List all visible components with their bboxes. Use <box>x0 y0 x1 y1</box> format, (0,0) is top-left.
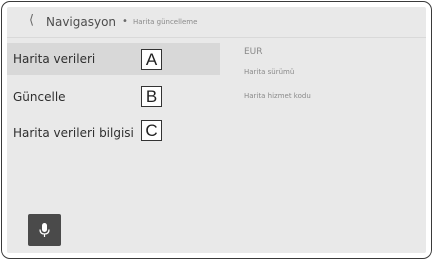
display-bezel: ⟨ Navigasyon • Harita güncelleme Harita … <box>1 1 432 259</box>
menu-item-map-data[interactable]: Harita verileri <box>7 43 220 75</box>
chevron-left-icon[interactable]: ⟨ <box>29 13 34 28</box>
voice-command-button[interactable] <box>28 214 61 246</box>
callout-c: C <box>141 120 162 141</box>
callout-a: A <box>141 49 162 70</box>
menu-item-label: Harita verileri <box>13 52 96 66</box>
callout-b: B <box>141 86 162 107</box>
header-divider <box>7 37 426 38</box>
map-version-label: Harita sürümü <box>244 68 295 76</box>
map-service-code-label: Harita hizmet kodu <box>244 92 311 100</box>
menu-item-label: Güncelle <box>13 90 66 104</box>
breadcrumb-navigation[interactable]: Navigasyon <box>46 15 116 29</box>
menu-item-update[interactable]: Güncelle <box>7 81 220 113</box>
menu-item-label: Harita verileri bilgisi <box>13 126 134 140</box>
page-title: Harita güncelleme <box>133 18 198 26</box>
microphone-icon <box>39 223 50 237</box>
screen: ⟨ Navigasyon • Harita güncelleme Harita … <box>7 7 426 253</box>
breadcrumb-separator: • <box>122 16 128 27</box>
menu-item-map-data-info[interactable]: Harita verileri bilgisi <box>7 117 220 149</box>
map-region-value: EUR <box>244 47 263 57</box>
header: ⟨ Navigasyon • Harita güncelleme <box>7 7 426 37</box>
